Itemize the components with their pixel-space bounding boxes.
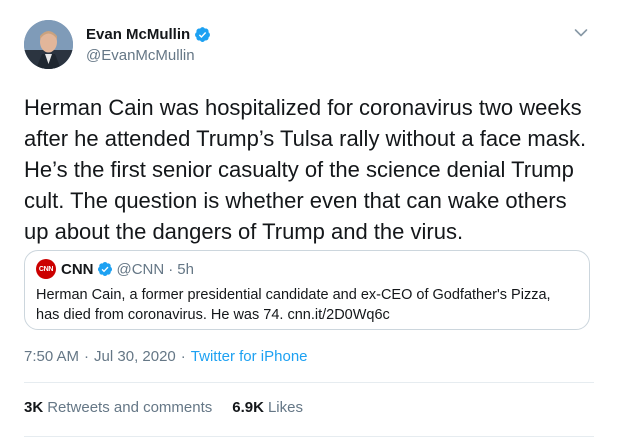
verified-badge-icon: [97, 262, 112, 276]
quoted-timestamp: 5h: [177, 260, 194, 278]
avatar-image: [24, 20, 73, 69]
chevron-down-icon[interactable]: [574, 28, 588, 38]
separator-dot: ·: [84, 348, 90, 365]
tweet-source-link[interactable]: Twitter for iPhone: [191, 348, 308, 365]
tweet-text: Herman Cain was hospitalized for coronav…: [24, 95, 587, 244]
retweets-label: Retweets and comments: [47, 399, 213, 416]
tweet-time[interactable]: 7:50 AM: [24, 348, 79, 365]
likes-count: 6.9K: [232, 399, 264, 416]
separator-dot: ·: [168, 260, 174, 278]
quoted-tweet-header: CNN CNN @CNN · 5h: [36, 259, 194, 279]
quoted-tweet-text: Herman Cain, a former presidential candi…: [36, 287, 551, 323]
cnn-logo: CNN: [36, 259, 56, 279]
tweet-stats: 3K Retweets and comments 6.9K Likes: [24, 399, 323, 416]
divider: [24, 382, 594, 383]
author-name-text: Evan McMullin: [86, 26, 191, 43]
retweets-count: 3K: [24, 399, 44, 416]
retweets-stat[interactable]: 3K Retweets and comments: [24, 399, 212, 416]
likes-label: Likes: [267, 399, 303, 416]
tweet-meta: 7:50 AM · Jul 30, 2020 · Twitter for iPh…: [24, 348, 308, 365]
divider: [24, 436, 594, 437]
tweet-card: Evan McMullin @EvanMcMullin Herman Cain …: [0, 0, 619, 444]
likes-stat[interactable]: 6.9K Likes: [232, 399, 303, 416]
quoted-author-name: CNN: [61, 260, 94, 278]
author-name[interactable]: Evan McMullin: [86, 26, 211, 43]
verified-badge-icon: [195, 27, 211, 42]
tweet-date[interactable]: Jul 30, 2020: [94, 348, 176, 365]
separator-dot: ·: [180, 348, 186, 365]
quoted-tweet[interactable]: CNN CNN @CNN · 5h Herman Cain, a former …: [24, 250, 590, 330]
author-handle[interactable]: @EvanMcMullin: [86, 47, 195, 64]
quoted-author-handle: @CNN: [116, 260, 165, 278]
avatar[interactable]: [24, 20, 73, 69]
